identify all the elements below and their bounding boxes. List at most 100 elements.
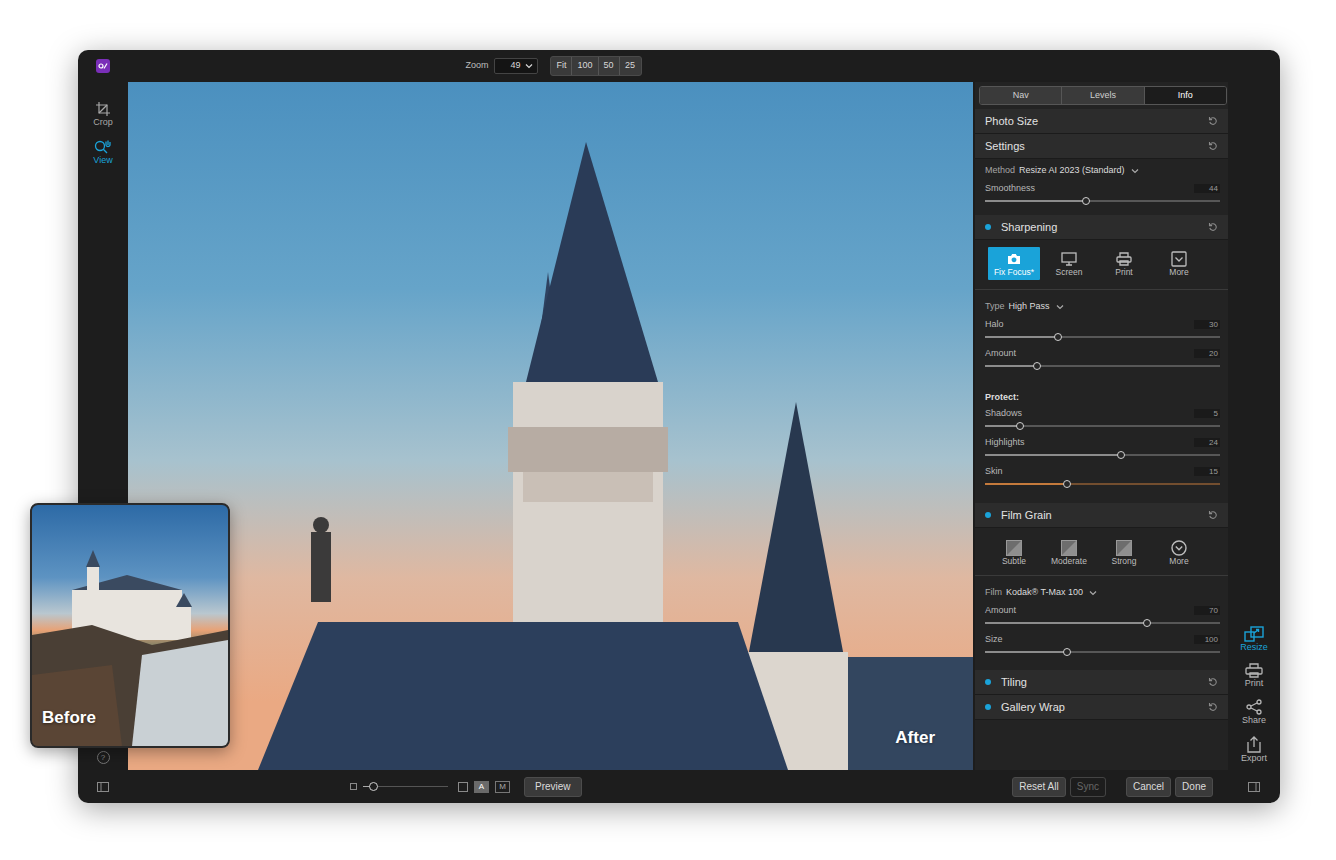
thumb-size-slider[interactable] bbox=[363, 781, 448, 793]
zoom-preset-button[interactable]: 25 bbox=[620, 57, 641, 75]
preset-button[interactable]: Screen bbox=[1043, 247, 1095, 280]
panel-toggle-icon[interactable] bbox=[97, 782, 109, 792]
dropdown[interactable]: TypeHigh Pass bbox=[985, 299, 1220, 315]
photo-preview[interactable]: After bbox=[128, 82, 973, 770]
action-button[interactable]: Reset All bbox=[1012, 777, 1065, 797]
preset-label: Subtle bbox=[1002, 556, 1026, 567]
monitor-icon bbox=[1061, 250, 1077, 267]
slider-track[interactable] bbox=[985, 477, 1220, 491]
module-button[interactable]: Resize bbox=[1240, 626, 1268, 653]
module-button[interactable]: Print bbox=[1245, 663, 1264, 689]
more-circle-icon bbox=[1171, 539, 1187, 556]
zoom-select[interactable]: 49 bbox=[494, 58, 538, 74]
zoom-preset-button[interactable]: 100 bbox=[572, 57, 598, 75]
section-header[interactable]: Settings bbox=[975, 134, 1228, 159]
preview-button[interactable]: Preview bbox=[524, 777, 582, 797]
preset-button[interactable]: Subtle bbox=[988, 536, 1040, 569]
action-button[interactable]: Cancel bbox=[1126, 777, 1171, 797]
slider-value[interactable]: 15 bbox=[1194, 467, 1220, 476]
slider-value[interactable]: 5 bbox=[1194, 409, 1220, 418]
slider[interactable]: Halo30 bbox=[985, 318, 1220, 344]
reset-icon[interactable] bbox=[1208, 116, 1218, 126]
slider-knob[interactable] bbox=[1082, 197, 1090, 205]
slider-value[interactable]: 44 bbox=[1194, 184, 1220, 193]
section-header[interactable]: Sharpening bbox=[975, 215, 1228, 240]
module-button[interactable]: Export bbox=[1241, 736, 1267, 764]
slider-value[interactable]: 70 bbox=[1194, 606, 1220, 615]
slider-value[interactable]: 30 bbox=[1194, 320, 1220, 329]
app-window: Zoom49Fit1005025 CropView? After NavLeve… bbox=[78, 50, 1280, 803]
section-header[interactable]: Photo Size bbox=[975, 109, 1228, 134]
slider-knob[interactable] bbox=[1063, 480, 1071, 488]
chevron-down-icon bbox=[1089, 590, 1097, 596]
top-bar: Zoom49Fit1005025 bbox=[78, 50, 1280, 82]
slider-value[interactable]: 20 bbox=[1194, 349, 1220, 358]
panel-tab[interactable]: Info bbox=[1145, 87, 1226, 104]
slider-knob[interactable] bbox=[1143, 619, 1151, 627]
slider-track[interactable] bbox=[985, 645, 1220, 659]
app-logo-icon bbox=[96, 59, 110, 73]
crop-icon bbox=[95, 101, 111, 117]
view-mode-button[interactable]: A bbox=[474, 781, 489, 793]
section-header[interactable]: Gallery Wrap bbox=[975, 695, 1228, 720]
section-title: Photo Size bbox=[985, 113, 1038, 130]
panel-section: Tiling bbox=[975, 670, 1228, 695]
slider-value[interactable]: 24 bbox=[1194, 438, 1220, 447]
preset-button[interactable]: Fix Focus* bbox=[988, 247, 1040, 280]
slider-track[interactable] bbox=[985, 330, 1220, 344]
slider-knob[interactable] bbox=[1033, 362, 1041, 370]
chevron-down-icon bbox=[525, 63, 533, 69]
view-mode-button[interactable]: M bbox=[495, 781, 510, 793]
zoom-preset-button[interactable]: 50 bbox=[599, 57, 620, 75]
slider[interactable]: Amount20 bbox=[985, 347, 1220, 373]
slider[interactable]: Shadows5 bbox=[985, 407, 1220, 433]
slider[interactable]: Highlights24 bbox=[985, 436, 1220, 462]
dropdown[interactable]: MethodResize AI 2023 (Standard) bbox=[985, 163, 1220, 179]
reset-icon[interactable] bbox=[1208, 141, 1218, 151]
slider[interactable]: Skin15 bbox=[985, 465, 1220, 491]
slider[interactable]: Size100 bbox=[985, 633, 1220, 659]
reset-icon[interactable] bbox=[1208, 677, 1218, 687]
preset-button[interactable]: More bbox=[1153, 536, 1205, 569]
action-button[interactable]: Done bbox=[1175, 777, 1213, 797]
panel-toggle-icon[interactable] bbox=[1248, 782, 1260, 792]
slider[interactable]: Amount70 bbox=[985, 604, 1220, 630]
slider-label: Smoothness bbox=[985, 182, 1035, 194]
zoom-presets: Fit1005025 bbox=[550, 56, 641, 76]
slider-knob[interactable] bbox=[369, 782, 378, 791]
slider-track[interactable] bbox=[985, 194, 1220, 208]
slider-knob[interactable] bbox=[1016, 422, 1024, 430]
reset-icon[interactable] bbox=[1208, 222, 1218, 232]
slider-track[interactable] bbox=[985, 616, 1220, 630]
section-title: Sharpening bbox=[1001, 219, 1057, 236]
slider[interactable]: Smoothness 44 bbox=[985, 182, 1220, 208]
preset-label: More bbox=[1169, 267, 1188, 278]
slider-knob[interactable] bbox=[1054, 333, 1062, 341]
slider-track[interactable] bbox=[985, 419, 1220, 433]
preset-button[interactable]: Print bbox=[1098, 247, 1150, 280]
slider-knob[interactable] bbox=[1117, 451, 1125, 459]
slider-fill bbox=[985, 336, 1058, 338]
section-body: MethodResize AI 2023 (Standard) Smoothnes… bbox=[975, 163, 1228, 215]
panel-tab[interactable]: Levels bbox=[1062, 87, 1144, 104]
slider-knob[interactable] bbox=[1063, 648, 1071, 656]
preset-button[interactable]: More bbox=[1153, 247, 1205, 280]
action-button: Sync bbox=[1070, 777, 1106, 797]
zoom-preset-button[interactable]: Fit bbox=[551, 57, 572, 75]
preset-button[interactable]: Moderate bbox=[1043, 536, 1095, 569]
dropdown[interactable]: FilmKodak® T-Max 100 bbox=[985, 585, 1220, 601]
preset-button[interactable]: Strong bbox=[1098, 536, 1150, 569]
tool-button[interactable]: View bbox=[93, 139, 112, 166]
section-header[interactable]: Film Grain bbox=[975, 503, 1228, 528]
slider-value[interactable]: 100 bbox=[1194, 635, 1220, 644]
slider-track[interactable] bbox=[985, 359, 1220, 373]
module-button[interactable]: Share bbox=[1242, 699, 1266, 726]
help-button[interactable]: ? bbox=[97, 751, 110, 764]
reset-icon[interactable] bbox=[1208, 510, 1218, 520]
reset-icon[interactable] bbox=[1208, 702, 1218, 712]
slider-track[interactable] bbox=[985, 448, 1220, 462]
panel-tab[interactable]: Nav bbox=[980, 87, 1062, 104]
tool-button[interactable]: Crop bbox=[93, 101, 113, 128]
section-header[interactable]: Tiling bbox=[975, 670, 1228, 695]
slider-header: Size100 bbox=[985, 633, 1220, 645]
